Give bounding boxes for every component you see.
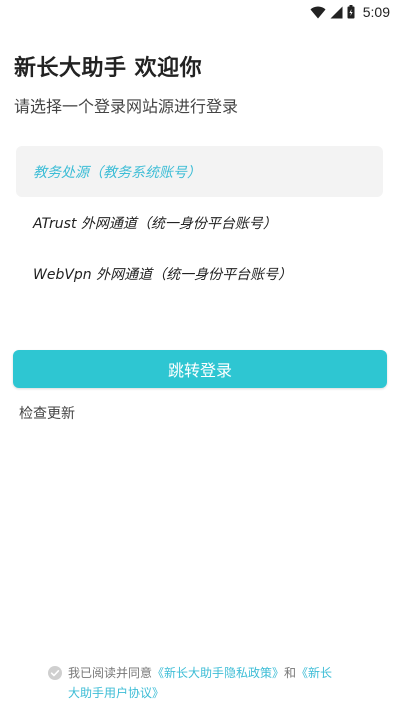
source-item-atrust[interactable]: ATrust 外网通道（统一身份平台账号）: [16, 197, 383, 248]
agreement-prefix: 我已阅读并同意: [68, 666, 153, 680]
check-update-link[interactable]: 检查更新: [19, 403, 75, 423]
agreement-text: 我已阅读并同意《新长大助手隐私政策》和《新长大助手用户协议》: [68, 663, 338, 703]
login-screen: 5:09 新长大助手 欢迎你 请选择一个登录网站源进行登录 教务处源（教务系统账…: [0, 0, 400, 711]
source-item-jiaowuchu[interactable]: 教务处源（教务系统账号）: [16, 146, 383, 197]
check-circle-icon: [48, 666, 62, 680]
login-source-list: 教务处源（教务系统账号） ATrust 外网通道（统一身份平台账号） WebVp…: [16, 146, 383, 299]
page-title: 新长大助手 欢迎你: [14, 56, 203, 81]
battery-icon: [347, 5, 355, 19]
source-item-webvpn[interactable]: WebVpn 外网通道（统一身份平台账号）: [16, 248, 383, 299]
agreement-conjunction: 和: [284, 666, 297, 680]
agreement-row: 我已阅读并同意《新长大助手隐私政策》和《新长大助手用户协议》: [48, 663, 338, 703]
source-item-label: WebVpn 外网通道（统一身份平台账号）: [33, 266, 293, 283]
source-item-label: ATrust 外网通道（统一身份平台账号）: [33, 215, 277, 232]
login-button[interactable]: 跳转登录: [13, 350, 387, 388]
agreement-checkbox[interactable]: [48, 666, 62, 686]
wifi-icon: [310, 6, 326, 19]
cellular-signal-icon: [330, 6, 343, 19]
privacy-policy-link[interactable]: 《新长大助手隐私政策》: [152, 666, 284, 680]
source-item-label: 教务处源（教务系统账号）: [33, 164, 201, 181]
status-time: 5:09: [362, 4, 390, 20]
status-bar: 5:09: [0, 0, 400, 24]
page-subtitle: 请选择一个登录网站源进行登录: [14, 97, 239, 116]
